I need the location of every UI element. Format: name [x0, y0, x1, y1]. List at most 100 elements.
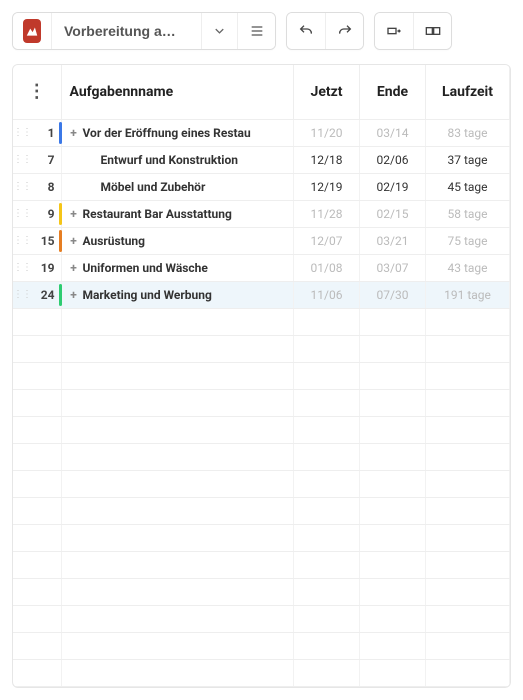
ende-cell[interactable]: 03/14 — [360, 119, 426, 146]
task-name: Marketing und Werbung — [82, 288, 211, 302]
task-name: Möbel und Zubehör — [100, 180, 205, 194]
laufzeit-cell[interactable]: 45 tage — [426, 173, 510, 200]
split-view-icon — [425, 23, 441, 39]
expand-icon[interactable]: + — [68, 207, 80, 221]
task-name-cell[interactable]: + Marketing und Werbung — [61, 281, 294, 308]
empty-row[interactable] — [13, 632, 510, 659]
task-name-cell[interactable]: Entwurf und Konstruktion — [61, 146, 294, 173]
project-dropdown-button[interactable] — [201, 13, 237, 49]
empty-row[interactable] — [13, 605, 510, 632]
laufzeit-cell[interactable]: 191 tage — [426, 281, 510, 308]
laufzeit-cell[interactable]: 37 tage — [426, 146, 510, 173]
ende-cell[interactable]: 02/19 — [360, 173, 426, 200]
expand-icon[interactable]: + — [68, 261, 80, 275]
menu-button[interactable] — [237, 13, 275, 49]
task-name-cell[interactable]: + Restaurant Bar Ausstattung — [61, 200, 294, 227]
drag-handle[interactable]: ⋮⋮ — [13, 281, 31, 308]
menu-icon — [249, 23, 265, 39]
jetzt-cell[interactable]: 11/06 — [294, 281, 360, 308]
app-logo-button[interactable] — [13, 13, 51, 49]
ende-cell[interactable]: 02/06 — [360, 146, 426, 173]
undo-button[interactable] — [287, 13, 325, 49]
row-number: 9 — [31, 200, 61, 227]
table-row[interactable]: ⋮⋮1+ Vor der Eröffnung eines Restau11/20… — [13, 119, 510, 146]
project-selector-group: Vorbereitung a… — [12, 12, 276, 50]
empty-row[interactable] — [13, 308, 510, 335]
empty-row[interactable] — [13, 551, 510, 578]
drag-handle[interactable]: ⋮⋮ — [13, 254, 31, 281]
jetzt-cell[interactable]: 12/18 — [294, 146, 360, 173]
empty-row[interactable] — [13, 524, 510, 551]
task-name-cell[interactable]: + Vor der Eröffnung eines Restau — [61, 119, 294, 146]
task-table-wrap: ⋮ Aufgabennname Jetzt Ende Laufzeit ⋮⋮1+… — [12, 64, 511, 688]
ende-cell[interactable]: 03/07 — [360, 254, 426, 281]
jetzt-cell[interactable]: 12/19 — [294, 173, 360, 200]
task-name: Uniformen und Wäsche — [82, 261, 207, 275]
chevron-down-icon — [212, 23, 227, 39]
undo-icon — [298, 23, 314, 39]
drag-handle[interactable]: ⋮⋮ — [13, 227, 31, 254]
col-name-header[interactable]: Aufgabennname — [61, 65, 294, 119]
ende-cell[interactable]: 03/21 — [360, 227, 426, 254]
ende-cell[interactable]: 02/15 — [360, 200, 426, 227]
empty-row[interactable] — [13, 362, 510, 389]
drag-handle[interactable]: ⋮⋮ — [13, 200, 31, 227]
table-header-row: ⋮ Aufgabennname Jetzt Ende Laufzeit — [13, 65, 510, 119]
expand-icon[interactable]: + — [68, 288, 80, 302]
task-name: Restaurant Bar Ausstattung — [82, 207, 231, 221]
empty-row[interactable] — [13, 578, 510, 605]
empty-row[interactable] — [13, 443, 510, 470]
jetzt-cell[interactable]: 11/20 — [294, 119, 360, 146]
laufzeit-cell[interactable]: 58 tage — [426, 200, 510, 227]
jetzt-cell[interactable]: 01/08 — [294, 254, 360, 281]
ende-cell[interactable]: 07/30 — [360, 281, 426, 308]
app-logo-icon — [23, 19, 41, 43]
task-name: Vor der Eröffnung eines Restau — [82, 126, 250, 140]
row-number: 7 — [31, 146, 61, 173]
row-number: 1 — [31, 119, 61, 146]
laufzeit-cell[interactable]: 43 tage — [426, 254, 510, 281]
table-row[interactable]: ⋮⋮7 Entwurf und Konstruktion 12/1802/0637… — [13, 146, 510, 173]
empty-row[interactable] — [13, 659, 510, 686]
task-name-cell[interactable]: + Ausrüstung — [61, 227, 294, 254]
drag-handle[interactable]: ⋮⋮ — [13, 119, 31, 146]
empty-row[interactable] — [13, 335, 510, 362]
task-table: ⋮ Aufgabennname Jetzt Ende Laufzeit ⋮⋮1+… — [13, 65, 510, 687]
project-title: Vorbereitung a… — [64, 23, 176, 39]
task-name-cell[interactable]: + Uniformen und Wäsche — [61, 254, 294, 281]
task-name-cell[interactable]: Möbel und Zubehör — [61, 173, 294, 200]
laufzeit-cell[interactable]: 83 tage — [426, 119, 510, 146]
table-row[interactable]: ⋮⋮15+ Ausrüstung12/0703/2175 tage — [13, 227, 510, 254]
empty-row[interactable] — [13, 416, 510, 443]
table-row[interactable]: ⋮⋮8 Möbel und Zubehör12/1902/1945 tage — [13, 173, 510, 200]
col-ende-header[interactable]: Ende — [360, 65, 426, 119]
row-menu-header[interactable]: ⋮ — [13, 65, 61, 119]
drag-handle[interactable]: ⋮⋮ — [13, 146, 31, 173]
expand-icon[interactable]: + — [68, 126, 80, 140]
jetzt-cell[interactable]: 11/28 — [294, 200, 360, 227]
col-laufzeit-header[interactable]: Laufzeit — [426, 65, 510, 119]
expand-icon[interactable]: + — [68, 234, 80, 248]
row-number: 24 — [31, 281, 61, 308]
drag-handle[interactable]: ⋮⋮ — [13, 173, 31, 200]
project-title-button[interactable]: Vorbereitung a… — [51, 13, 201, 49]
table-row[interactable]: ⋮⋮9+ Restaurant Bar Ausstattung11/2802/1… — [13, 200, 510, 227]
table-row[interactable]: ⋮⋮24+ Marketing und Werbung11/0607/30191… — [13, 281, 510, 308]
empty-row[interactable] — [13, 497, 510, 524]
row-number: 15 — [31, 227, 61, 254]
kebab-icon: ⋮ — [28, 81, 46, 102]
task-name: Ausrüstung — [82, 234, 145, 248]
table-row[interactable]: ⋮⋮19+ Uniformen und Wäsche01/0803/0743 t… — [13, 254, 510, 281]
collapse-panel-button[interactable] — [375, 13, 413, 49]
laufzeit-cell[interactable]: 75 tage — [426, 227, 510, 254]
redo-button[interactable] — [325, 13, 363, 49]
task-name: Entwurf und Konstruktion — [100, 153, 238, 167]
empty-row[interactable] — [13, 470, 510, 497]
jetzt-cell[interactable]: 12/07 — [294, 227, 360, 254]
split-view-button[interactable] — [413, 13, 451, 49]
row-number: 19 — [31, 254, 61, 281]
empty-row[interactable] — [13, 389, 510, 416]
history-group — [286, 12, 364, 50]
col-jetzt-header[interactable]: Jetzt — [294, 65, 360, 119]
redo-icon — [337, 23, 353, 39]
